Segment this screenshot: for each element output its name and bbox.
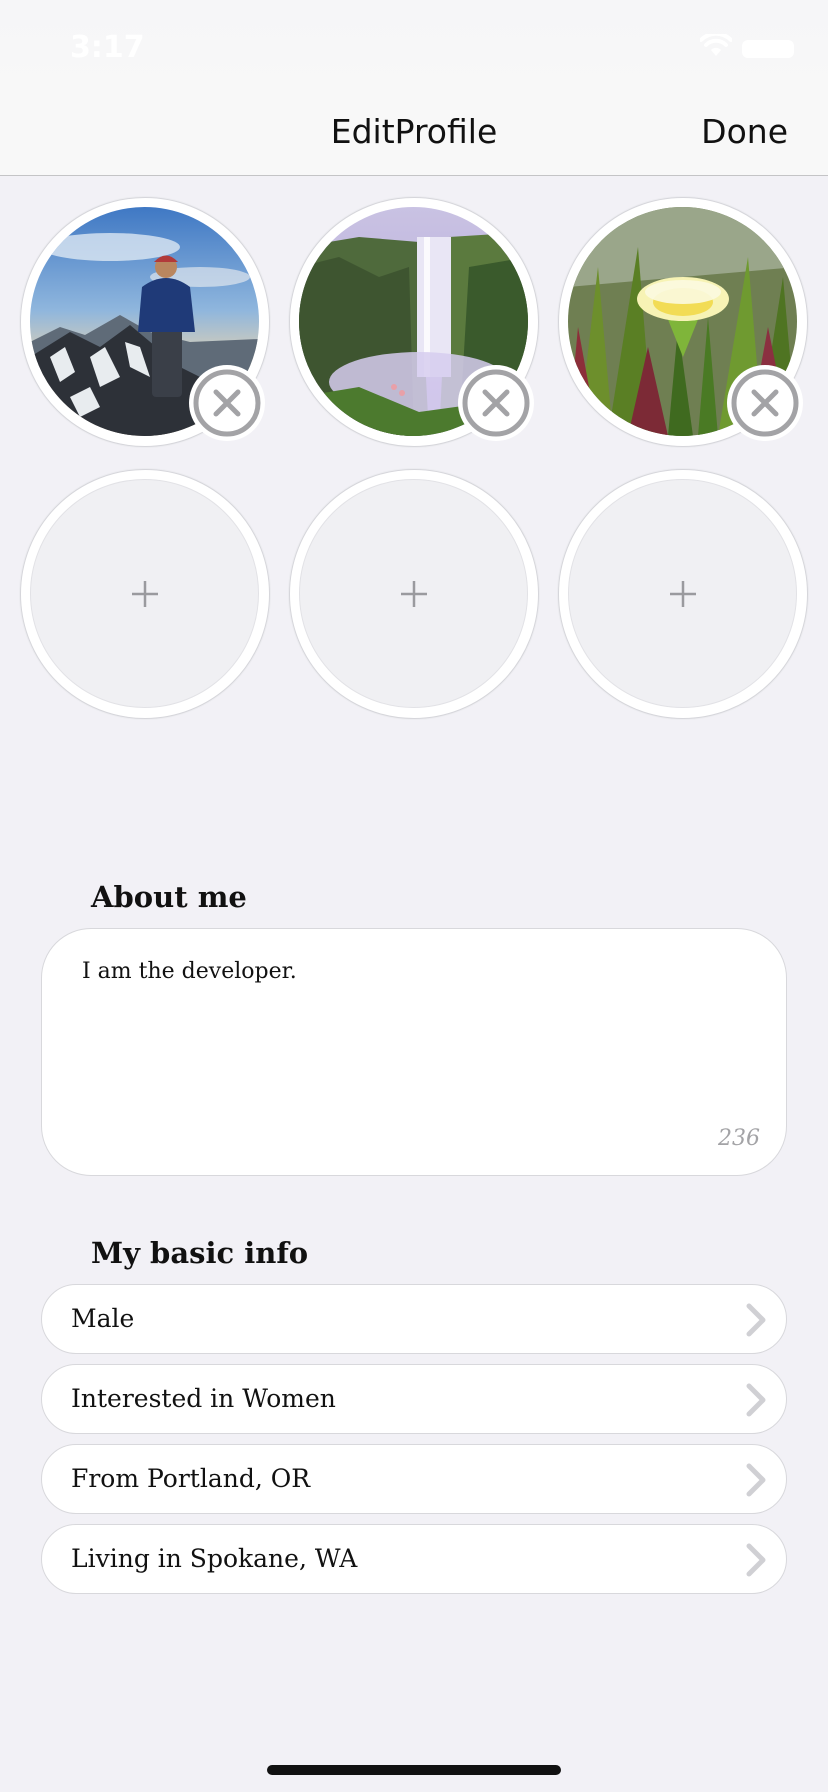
done-button[interactable]: Done [701, 112, 788, 151]
basic-info-section-title: My basic info [91, 1236, 309, 1270]
close-icon [193, 369, 261, 437]
add-photo-slot-2[interactable] [289, 469, 539, 719]
plus-icon [669, 580, 696, 607]
plus-icon [400, 580, 427, 607]
empty-photo-placeholder [299, 479, 528, 708]
close-icon [462, 369, 530, 437]
info-row-label: From Portland, OR [71, 1464, 311, 1493]
status-time: 3:17 [70, 30, 145, 65]
photo-slot-2[interactable] [289, 197, 539, 447]
chevron-right-icon [746, 1303, 766, 1337]
remove-photo-button-1[interactable] [189, 365, 265, 441]
remove-photo-button-2[interactable] [458, 365, 534, 441]
chevron-right-icon [746, 1543, 766, 1577]
info-row-label: Living in Spokane, WA [71, 1544, 358, 1573]
add-photo-slot-1[interactable] [20, 469, 270, 719]
empty-photo-placeholder [30, 479, 259, 708]
close-icon [731, 369, 799, 437]
info-row-label: Interested in Women [71, 1384, 336, 1413]
remove-photo-button-3[interactable] [727, 365, 803, 441]
info-row-interest[interactable]: Interested in Women [41, 1364, 787, 1434]
plus-icon [131, 580, 158, 607]
chevron-right-icon [746, 1383, 766, 1417]
photo-slot-1[interactable] [20, 197, 270, 447]
wifi-icon [700, 34, 732, 56]
chevron-right-icon [746, 1463, 766, 1497]
info-row-gender[interactable]: Male [41, 1284, 787, 1354]
add-photo-slot-3[interactable] [558, 469, 808, 719]
nav-bar: EditProfile Done [0, 100, 828, 176]
info-row-label: Male [71, 1304, 135, 1333]
char-count: 236 [718, 1126, 760, 1151]
about-textarea[interactable]: I am the developer. 236 [41, 928, 787, 1176]
photo-slot-3[interactable] [558, 197, 808, 447]
battery-icon [742, 40, 794, 58]
status-bar: 3:17 [0, 0, 828, 100]
home-indicator[interactable] [267, 1765, 561, 1775]
about-section-title: About me [91, 880, 247, 914]
info-row-hometown[interactable]: From Portland, OR [41, 1444, 787, 1514]
empty-photo-placeholder [568, 479, 797, 708]
about-text[interactable]: I am the developer. [82, 959, 297, 984]
info-row-location[interactable]: Living in Spokane, WA [41, 1524, 787, 1594]
